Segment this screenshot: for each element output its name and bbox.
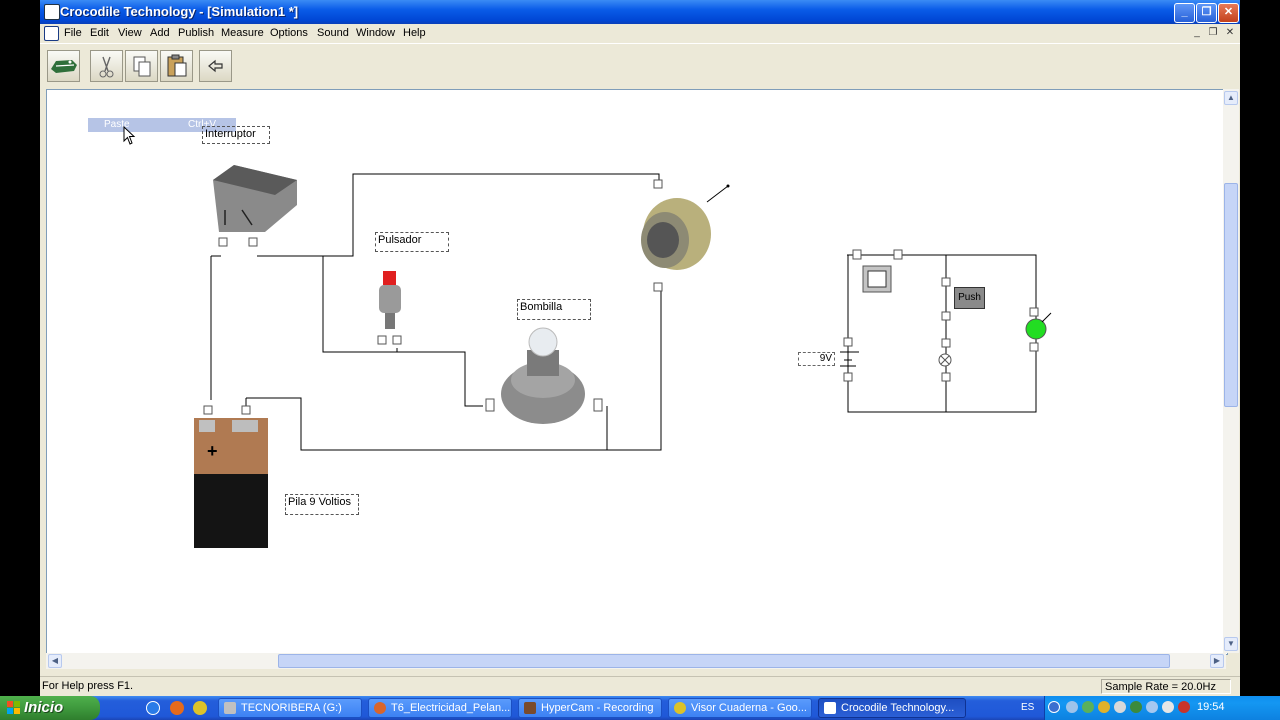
simulation-canvas[interactable]: + Paste Ctrl+V Interruptor Pulsador Bomb… — [46, 89, 1228, 655]
clock[interactable]: 19:54 — [1197, 701, 1225, 713]
start-label: Inicio — [24, 699, 64, 716]
minimize-button[interactable]: _ — [1174, 3, 1195, 23]
browser-icon — [374, 702, 386, 714]
menu-edit[interactable]: Edit — [90, 27, 109, 39]
drive-icon — [224, 702, 236, 714]
maximize-button[interactable]: ❐ — [1196, 3, 1217, 23]
tray-collapse-icon[interactable] — [1048, 701, 1060, 713]
task-hypercam[interactable]: HyperCam - Recording — [518, 698, 662, 718]
scroll-up-arrow-icon[interactable]: ▲ — [1224, 91, 1238, 105]
volume-icon[interactable] — [1162, 701, 1174, 713]
task-crocodile-technology[interactable]: Crocodile Technology... — [818, 698, 966, 718]
task-label: Visor Cuaderna - Goo... — [691, 702, 807, 714]
menu-window[interactable]: Window — [356, 27, 395, 39]
copy-icon — [133, 56, 151, 77]
title-bar[interactable]: Crocodile Technology - [Simulation1 *] _… — [40, 0, 1240, 24]
rocker-switch-icon — [213, 165, 297, 232]
scroll-right-arrow-icon[interactable]: ▶ — [1210, 654, 1224, 668]
crocodile-logo-button[interactable] — [47, 50, 80, 82]
document-icon[interactable] — [44, 26, 59, 41]
battery-icon: + — [194, 418, 268, 548]
task-t6-electricidad[interactable]: T6_Electricidad_Pelan... — [368, 698, 512, 718]
toolbar — [40, 43, 1240, 88]
mdi-minimize-button[interactable]: _ — [1191, 27, 1203, 39]
menu-add[interactable]: Add — [150, 27, 170, 39]
mouse-cursor-icon — [123, 126, 136, 145]
close-button[interactable]: ✕ — [1218, 3, 1239, 23]
label-schematic-battery[interactable]: 9V — [798, 352, 835, 366]
network-icon[interactable] — [1066, 701, 1078, 713]
internet-explorer-icon[interactable] — [146, 701, 160, 715]
status-help-text: For Help press F1. — [42, 680, 134, 692]
app-logo-icon — [44, 4, 60, 20]
language-indicator[interactable]: ES — [1021, 702, 1034, 713]
app-window: Crocodile Technology - [Simulation1 *] _… — [40, 0, 1240, 696]
menu-measure[interactable]: Measure — [221, 27, 264, 39]
horizontal-scroll-thumb[interactable] — [278, 654, 1170, 668]
svg-text:+: + — [207, 441, 218, 461]
menu-view[interactable]: View — [118, 27, 142, 39]
label-switch[interactable]: Interruptor — [202, 126, 270, 144]
copy-button[interactable] — [125, 50, 158, 82]
back-button[interactable] — [199, 50, 232, 82]
push-button-icon — [379, 271, 401, 329]
task-label: T6_Electricidad_Pelan... — [391, 702, 511, 714]
label-push-button[interactable]: Pulsador — [375, 232, 449, 252]
horizontal-scrollbar[interactable]: ◀ ▶ — [46, 653, 1226, 669]
menu-help[interactable]: Help — [403, 27, 426, 39]
system-tray — [1044, 696, 1280, 720]
vertical-scrollbar[interactable]: ▲ ▼ — [1223, 89, 1239, 653]
label-bulb[interactable]: Bombilla — [517, 299, 591, 320]
menu-options[interactable]: Options — [270, 27, 308, 39]
status-bar: For Help press F1. Sample Rate = 20.0Hz — [40, 676, 1240, 696]
tray-app-icon[interactable] — [1098, 701, 1110, 713]
paste-button[interactable] — [160, 50, 193, 82]
tray-app-icon[interactable] — [1082, 701, 1094, 713]
menu-publish[interactable]: Publish — [178, 27, 214, 39]
taskbar: Inicio TECNORIBERA (G:) T6_Electricidad_… — [0, 696, 1280, 720]
motor-icon — [641, 184, 730, 270]
cut-button[interactable] — [90, 50, 123, 82]
scroll-left-arrow-icon[interactable]: ◀ — [48, 654, 62, 668]
crocodile-app-icon — [824, 702, 836, 714]
menu-bar: File Edit View Add Publish Measure Optio… — [40, 24, 1240, 42]
start-button[interactable]: Inicio — [0, 696, 100, 720]
schematic-push-button[interactable]: Push — [954, 287, 985, 309]
clipboard-icon — [167, 54, 187, 77]
vertical-scroll-thumb[interactable] — [1224, 183, 1238, 407]
chrome-icon[interactable] — [193, 701, 207, 715]
crocodile-icon — [51, 60, 77, 73]
tray-app-icon[interactable] — [1146, 701, 1158, 713]
tray-app-icon[interactable] — [1130, 701, 1142, 713]
hypercam-icon — [524, 702, 536, 714]
security-icon[interactable] — [1178, 701, 1190, 713]
scissors-icon — [99, 56, 114, 78]
tray-app-icon[interactable] — [1114, 701, 1126, 713]
status-sample-rate: Sample Rate = 20.0Hz — [1101, 679, 1231, 694]
schematic-green-lamp-icon — [1025, 318, 1047, 340]
circuit-drawing: + — [194, 165, 1052, 548]
task-label: HyperCam - Recording — [541, 702, 654, 714]
window-title: Crocodile Technology - [Simulation1 *] — [60, 4, 299, 19]
mdi-close-button[interactable]: ✕ — [1224, 27, 1236, 39]
lightbulb-icon — [501, 327, 585, 424]
task-visor-cuaderna[interactable]: Visor Cuaderna - Goo... — [668, 698, 812, 718]
label-battery[interactable]: Pila 9 Voltios — [285, 494, 359, 515]
menu-file[interactable]: File — [64, 27, 82, 39]
firefox-icon[interactable] — [170, 701, 184, 715]
menu-sound[interactable]: Sound — [317, 27, 349, 39]
chrome-icon — [674, 702, 686, 714]
scroll-down-arrow-icon[interactable]: ▼ — [1224, 637, 1238, 651]
task-label: Crocodile Technology... — [841, 702, 955, 714]
task-tecnoribera[interactable]: TECNORIBERA (G:) — [218, 698, 362, 718]
windows-flag-icon — [7, 701, 20, 714]
arrow-left-icon — [208, 59, 223, 73]
task-label: TECNORIBERA (G:) — [241, 702, 342, 714]
mdi-restore-button[interactable]: ❐ — [1207, 27, 1219, 39]
